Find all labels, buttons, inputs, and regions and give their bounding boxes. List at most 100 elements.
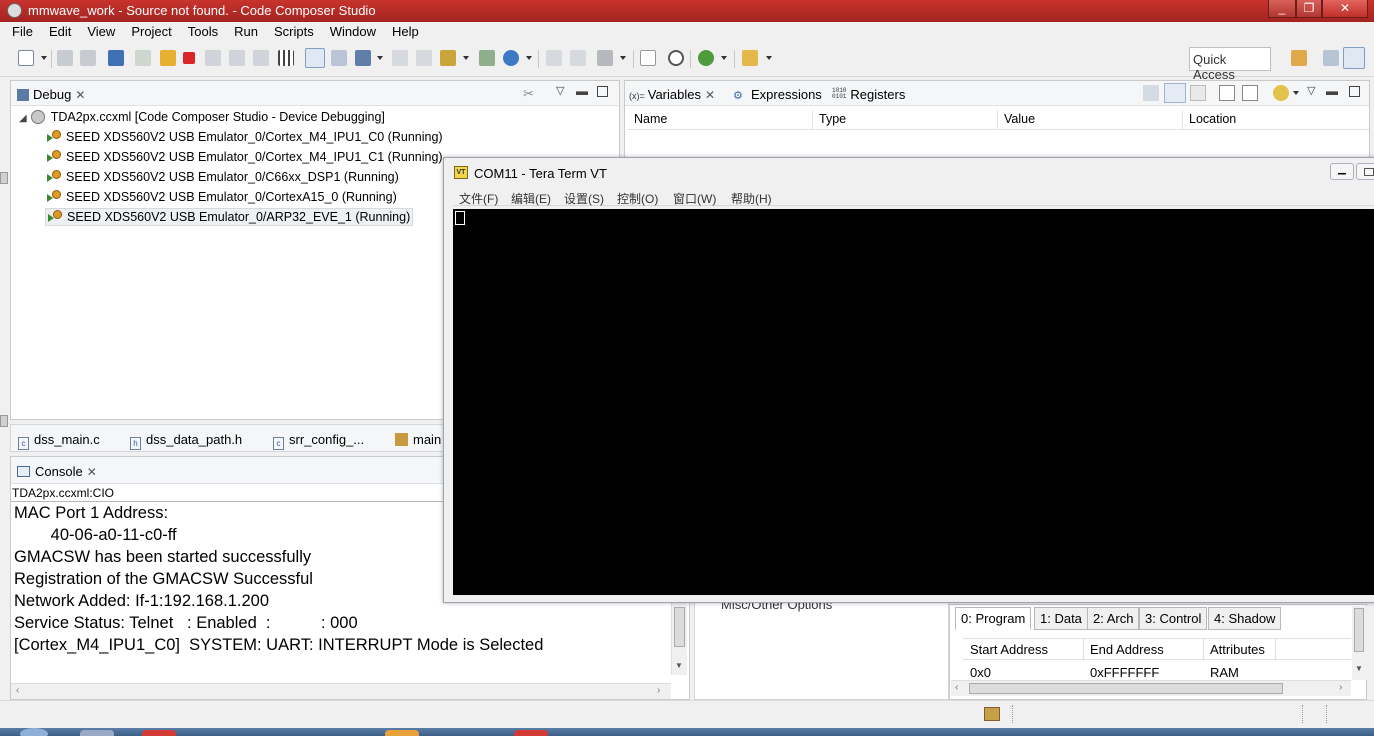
taskbar-app-icon[interactable] xyxy=(385,730,419,736)
view-menu-icon[interactable]: ▽ xyxy=(1307,84,1315,97)
menu-window[interactable]: Window xyxy=(322,22,384,39)
collapse-icon[interactable]: ◢ xyxy=(19,113,27,124)
teraterm-minimize-button[interactable]: ▁ xyxy=(1330,163,1354,180)
pin-icon[interactable] xyxy=(1242,85,1258,101)
suspend-icon[interactable] xyxy=(160,50,176,66)
debug-tree-root[interactable]: ◢ TDA2px.ccxml [Code Composer Studio - De… xyxy=(19,110,385,124)
terminate-icon[interactable] xyxy=(183,52,195,64)
step-over-icon[interactable] xyxy=(229,50,245,66)
scrollbar-thumb[interactable] xyxy=(969,683,1283,694)
pencil-icon[interactable] xyxy=(742,50,758,66)
console-horizontal-scrollbar[interactable]: ‹ › xyxy=(11,683,671,699)
terminal-screen[interactable] xyxy=(453,209,1374,595)
refresh-icon[interactable] xyxy=(1273,85,1289,101)
tab-program[interactable]: 0: Program xyxy=(955,607,1032,630)
save-all-icon[interactable] xyxy=(80,50,96,66)
scrollbar-thumb[interactable] xyxy=(674,607,685,647)
column-divider[interactable] xyxy=(997,110,998,130)
column-divider[interactable] xyxy=(1203,639,1204,661)
column-header-attributes[interactable]: Attributes xyxy=(1210,642,1265,657)
debug-icon[interactable] xyxy=(503,50,519,66)
console-vertical-scrollbar[interactable]: ▼ xyxy=(671,603,687,675)
column-header-value[interactable]: Value xyxy=(1004,112,1035,126)
menu-edit[interactable]: Edit xyxy=(41,22,79,39)
teraterm-menu-control[interactable]: 控制(O) xyxy=(617,190,658,207)
scroll-down-icon[interactable]: ▼ xyxy=(675,661,683,670)
bug-icon[interactable] xyxy=(698,50,714,66)
teraterm-maximize-button[interactable] xyxy=(1356,163,1374,180)
scroll-left-icon[interactable]: ‹ xyxy=(955,682,958,693)
chevron-down-icon[interactable] xyxy=(41,56,47,60)
left-sash-handle[interactable] xyxy=(0,415,8,427)
resume-icon[interactable] xyxy=(135,50,151,66)
teraterm-menu-edit[interactable]: 编辑(E) xyxy=(511,190,551,207)
ccs-debug-perspective-icon[interactable] xyxy=(1343,47,1365,69)
editor-tab[interactable]: h dss_data_path.h xyxy=(130,432,242,450)
memory-map-horizontal-scrollbar[interactable]: ‹ › xyxy=(951,680,1351,696)
minimize-view-icon[interactable]: ▬ xyxy=(1326,84,1338,98)
load-program-icon[interactable] xyxy=(355,50,371,66)
chevron-down-icon[interactable] xyxy=(463,56,469,60)
tab-expressions[interactable]: ⚙ Expressions xyxy=(733,87,822,102)
column-header-location[interactable]: Location xyxy=(1189,112,1236,126)
close-icon[interactable]: ✕ xyxy=(705,88,715,102)
taskbar-app-icon[interactable] xyxy=(142,730,176,736)
start-button[interactable] xyxy=(20,728,48,736)
reset-icon[interactable] xyxy=(331,50,347,66)
editor-tab[interactable]: main xyxy=(395,432,441,447)
taskbar-app-icon[interactable] xyxy=(80,730,114,736)
menu-tools[interactable]: Tools xyxy=(180,22,226,39)
scroll-left-icon[interactable]: ‹ xyxy=(16,685,19,696)
step-return-icon[interactable] xyxy=(253,50,269,66)
column-header-type[interactable]: Type xyxy=(819,112,846,126)
connect-icon[interactable] xyxy=(479,50,495,66)
chevron-down-icon[interactable] xyxy=(620,56,626,60)
select-all-icon[interactable] xyxy=(1190,85,1206,101)
column-header-name[interactable]: Name xyxy=(634,112,667,126)
column-divider[interactable] xyxy=(1083,639,1084,661)
tab-variables[interactable]: (x)= Variables ✕ xyxy=(629,87,715,102)
scroll-right-icon[interactable]: › xyxy=(657,685,660,696)
new-view-icon[interactable] xyxy=(1219,85,1235,101)
scroll-down-icon[interactable]: ▼ xyxy=(1355,664,1363,673)
left-sash-handle[interactable] xyxy=(0,172,8,184)
column-divider[interactable] xyxy=(812,110,813,130)
menu-help[interactable]: Help xyxy=(384,22,427,39)
hammer-icon[interactable] xyxy=(597,50,613,66)
view-menu-icon[interactable]: ▽ xyxy=(556,84,564,97)
debug-view-icon[interactable] xyxy=(108,50,124,66)
ccs-edit-perspective-icon[interactable] xyxy=(1323,50,1339,66)
chevron-down-icon[interactable] xyxy=(1293,91,1299,95)
minimize-view-icon[interactable]: ▬ xyxy=(576,84,588,98)
teraterm-menu-help[interactable]: 帮助(H) xyxy=(731,190,772,207)
restore-button[interactable]: ❐ xyxy=(1296,0,1322,18)
editor-tab[interactable]: c dss_main.c xyxy=(18,432,100,450)
menu-scripts[interactable]: Scripts xyxy=(266,22,322,39)
step-back-icon[interactable] xyxy=(570,50,586,66)
chevron-down-icon[interactable] xyxy=(766,56,772,60)
scroll-right-icon[interactable]: › xyxy=(1339,682,1342,693)
open-perspective-icon[interactable] xyxy=(1291,50,1307,66)
menu-file[interactable]: File xyxy=(0,22,41,39)
thread-row[interactable]: SEED XDS560V2 USB Emulator_0/C66xx_DSP1 … xyxy=(47,170,399,184)
maximize-view-icon[interactable] xyxy=(1349,86,1360,97)
save-icon[interactable] xyxy=(57,50,73,66)
chevron-down-icon[interactable] xyxy=(721,56,727,60)
teraterm-menu-window[interactable]: 窗口(W) xyxy=(673,190,716,207)
tab-shadow[interactable]: 4: Shadow xyxy=(1208,607,1282,630)
search-icon[interactable] xyxy=(668,50,684,66)
close-icon[interactable]: ✕ xyxy=(87,465,97,479)
menu-run[interactable]: Run xyxy=(226,22,266,39)
column-divider[interactable] xyxy=(1182,110,1183,130)
open-file-icon[interactable] xyxy=(640,50,656,66)
chevron-down-icon[interactable] xyxy=(526,56,532,60)
restart-icon[interactable] xyxy=(305,48,325,68)
close-button[interactable]: ✕ xyxy=(1322,0,1368,18)
tab-debug[interactable]: Debug ✕ xyxy=(17,87,85,102)
tab-control[interactable]: 3: Control xyxy=(1139,607,1208,630)
editor-tab[interactable]: c srr_config_... xyxy=(273,432,364,450)
build-icon[interactable] xyxy=(440,50,456,66)
workspace-icon[interactable] xyxy=(984,707,1000,721)
assembly-step-icon[interactable] xyxy=(392,50,408,66)
scrollbar-thumb[interactable] xyxy=(1354,608,1364,652)
